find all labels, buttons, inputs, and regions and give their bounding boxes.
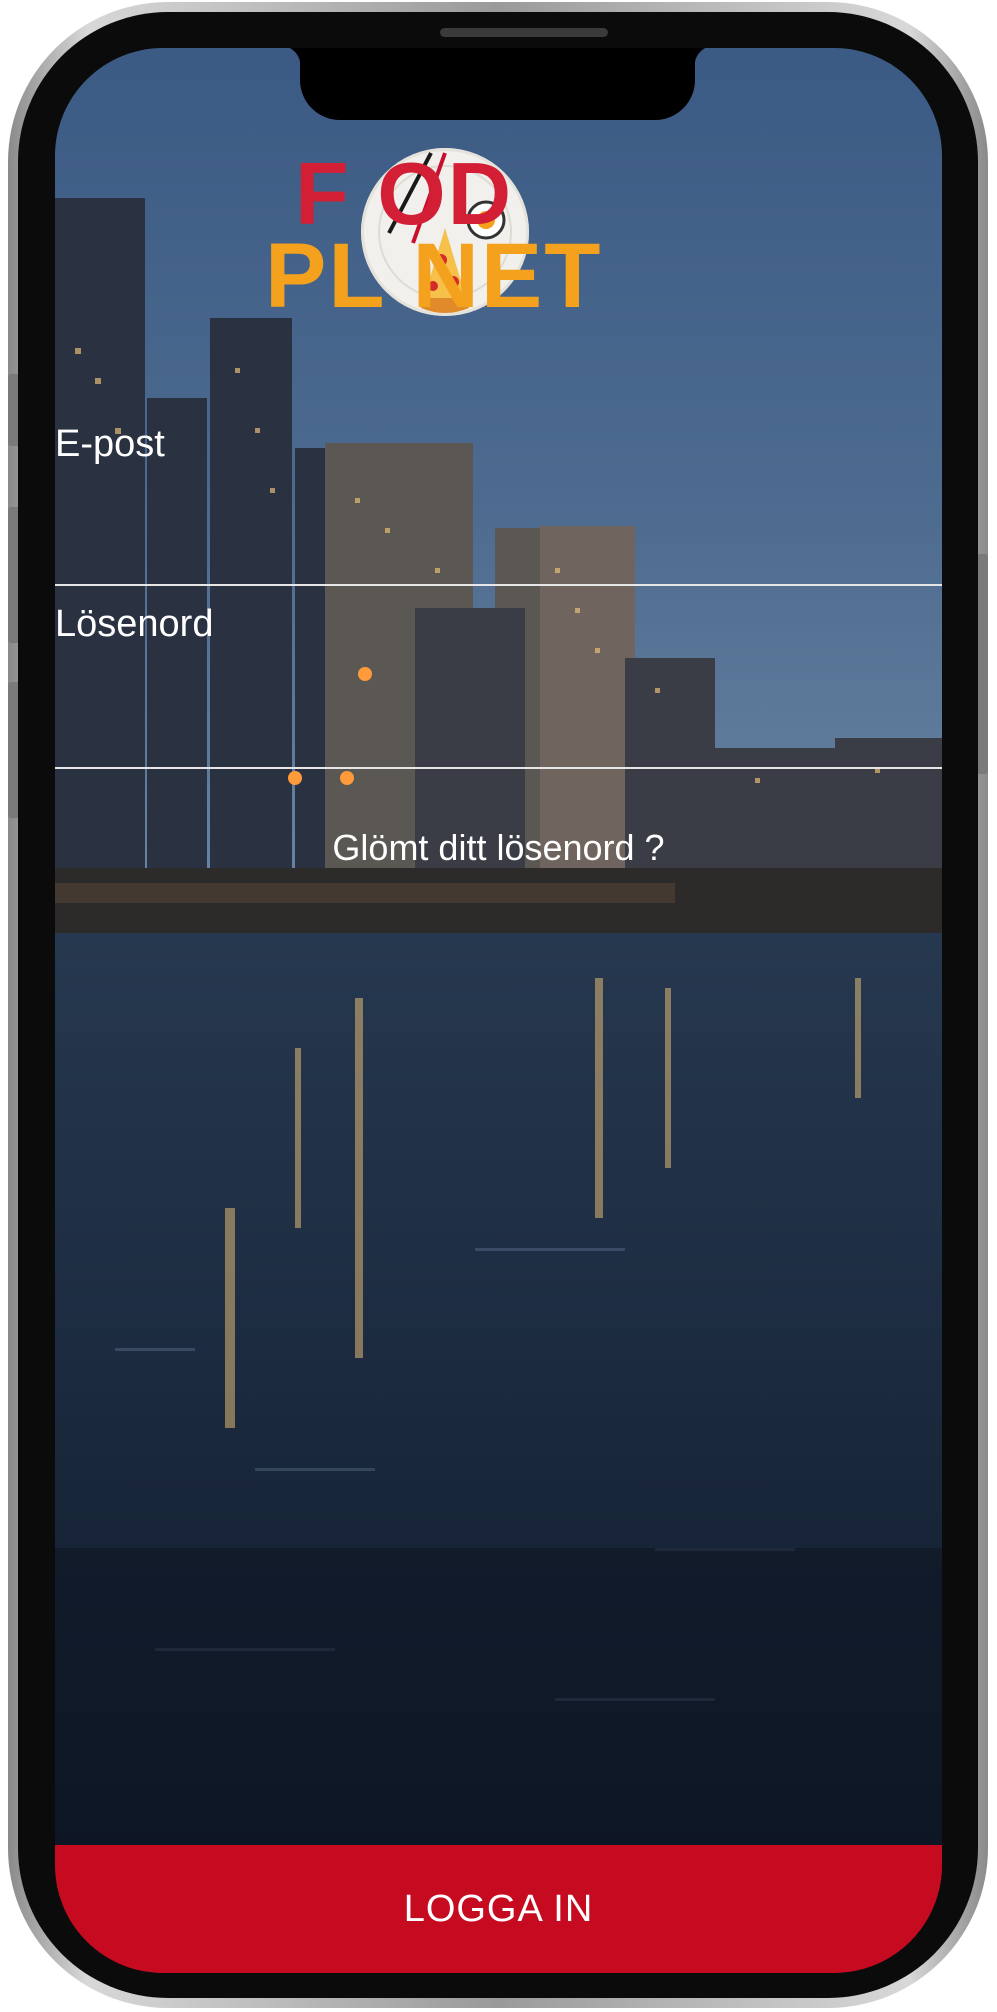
password-label: Lösenord (55, 603, 214, 645)
email-label: E-post (55, 423, 165, 465)
food-planet-logo: F OD PL NET (265, 148, 735, 390)
logo-planet-text: PL NET (265, 225, 603, 327)
email-field[interactable]: E-post (55, 423, 942, 588)
email-underline (55, 584, 942, 586)
password-underline (55, 767, 942, 769)
login-button[interactable]: LOGGA IN (55, 1845, 942, 1973)
password-input[interactable] (55, 683, 942, 743)
password-field[interactable]: Lösenord (55, 603, 942, 771)
forgot-password-link[interactable]: Glömt ditt lösenord ? (55, 827, 942, 869)
earpiece-speaker (440, 28, 608, 37)
app-screen: F OD PL NET E-post Lösenord Glömt ditt l… (55, 48, 942, 1973)
email-input[interactable] (55, 503, 942, 563)
device-notch (280, 48, 715, 120)
